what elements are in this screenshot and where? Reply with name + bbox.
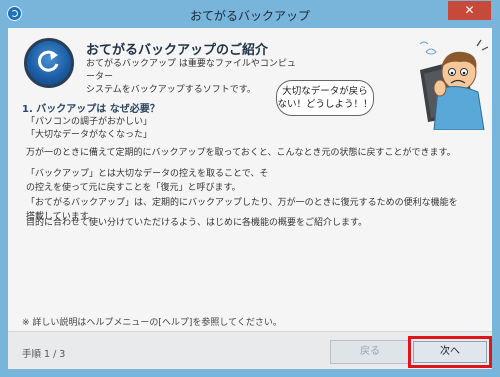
intro-description-line: おてがるバックアップ は重要なファイルやコンピューター <box>86 59 296 82</box>
backup-restore-icon <box>24 38 74 88</box>
content-panel: おてがるバックアップのご紹介 おてがるバックアップ は重要なファイルやコンピュー… <box>8 28 492 331</box>
speech-bubble-line: 大切なデータが戻ら <box>282 86 368 97</box>
paragraph: 目的に合わせて使い分けていただけるよう、はじめに各機能の概要をご紹介します。 <box>26 218 368 228</box>
example-quote: 「大切なデータがなくなった」 <box>26 130 153 140</box>
speech-bubble-line: ない！どうしよう！！ <box>277 99 373 110</box>
back-button[interactable]: 戻る <box>330 340 410 364</box>
app-window: おてがるバックアップ ✕ おてがるバックアップのご紹介 おてがるバックアップ は… <box>0 0 500 377</box>
paragraph: 「バックアップ」とは大切なデータの控えを取ることで、その控えを使って元に戻すこと… <box>26 169 269 193</box>
intro-description: おてがるバックアップ は重要なファイルやコンピューター システムをバックアップす… <box>86 58 296 97</box>
next-button-highlight: 次へ <box>408 336 492 368</box>
close-button[interactable]: ✕ <box>448 1 491 20</box>
title-bar: おてがるバックアップ ✕ <box>0 0 500 28</box>
dialog-client: おてがるバックアップのご紹介 おてがるバックアップ は重要なファイルやコンピュー… <box>8 28 492 369</box>
intro-heading: おてがるバックアップのご紹介 <box>86 43 269 58</box>
window-title: おてがるバックアップ <box>189 9 310 23</box>
paragraph: 万が一のときに備えて定期的にバックアップを取っておくと、こんなとき元の状態に戻す… <box>26 148 456 158</box>
step-indicator: 手順 1 / 3 <box>22 349 66 360</box>
example-quote: 「パソコンの調子がおかしい」 <box>26 117 153 127</box>
speech-bubble: 大切なデータが戻ら ない！どうしよう！！ <box>276 80 374 116</box>
footer-bar: 手順 1 / 3 戻る 次へ <box>8 331 492 369</box>
next-button[interactable]: 次へ <box>413 341 487 363</box>
intro-description-line: システムをバックアップするソフトです。 <box>86 85 256 95</box>
section-title: 1. バックアップは なぜ必要？ <box>22 104 160 115</box>
help-note: ※ 詳しい説明はヘルプメニューの[ヘルプ]を参照してください。 <box>22 318 282 328</box>
